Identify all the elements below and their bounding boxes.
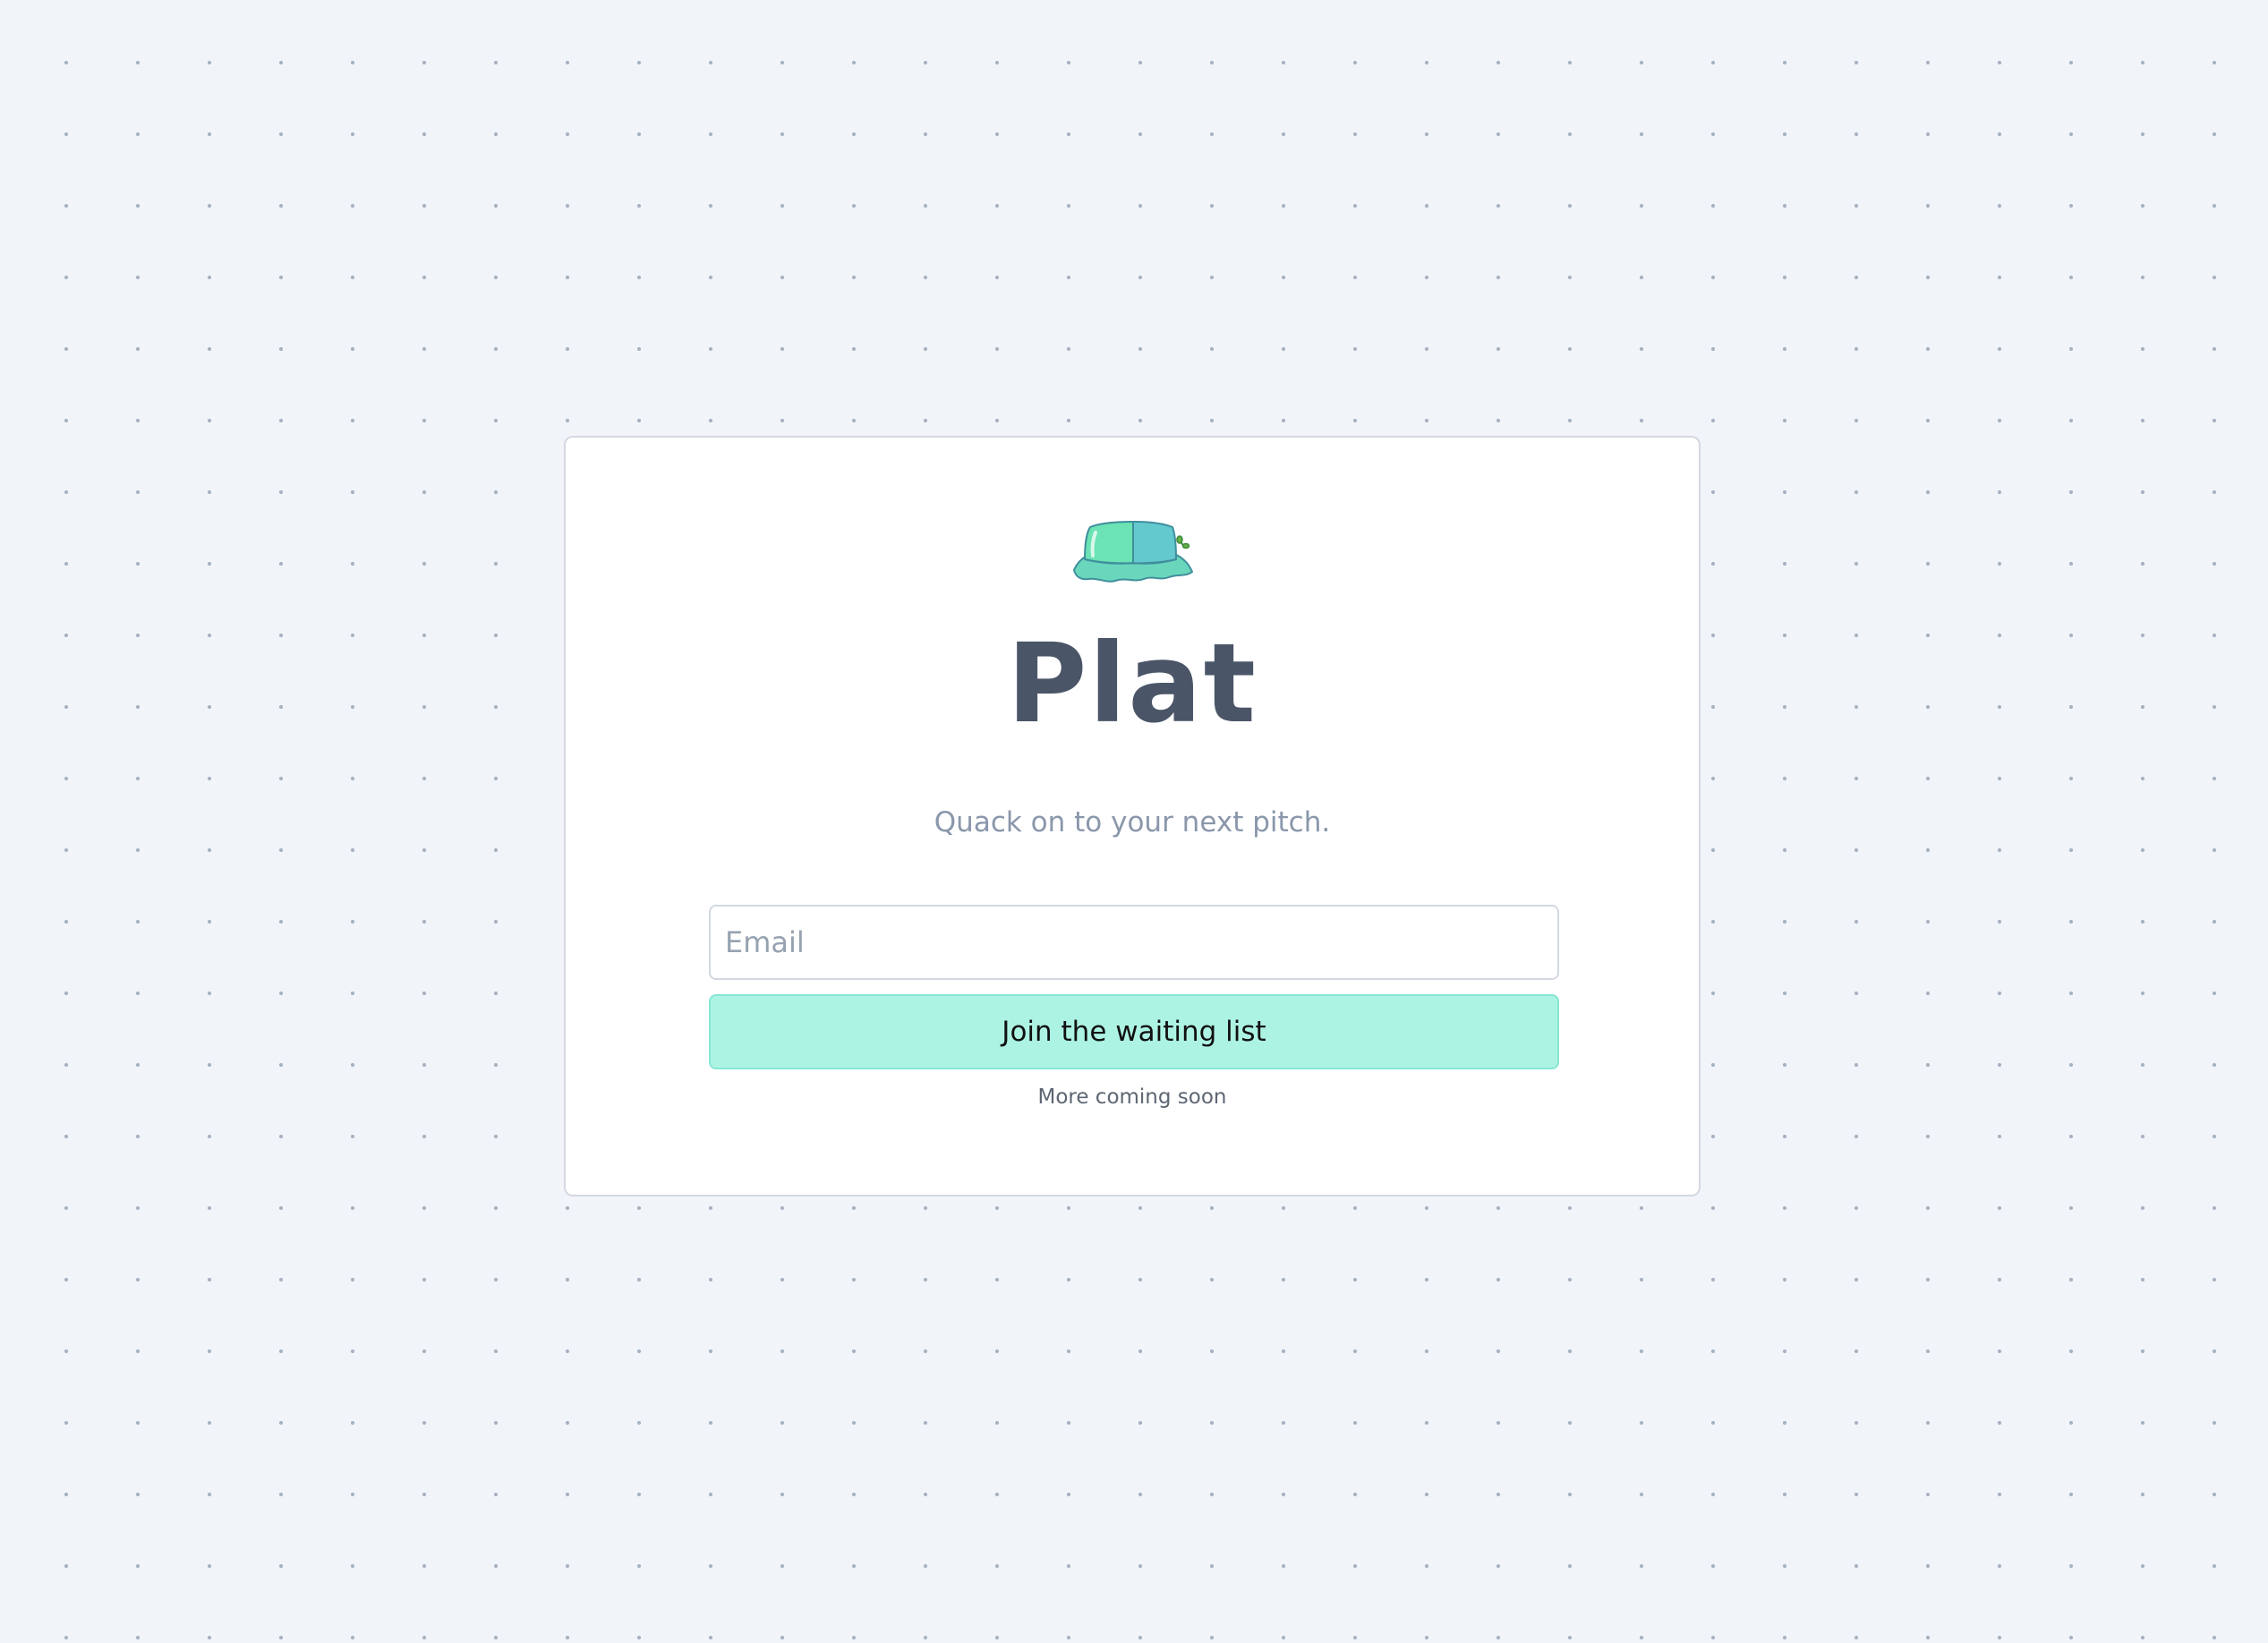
tagline: Quack on to your next pitch. [934, 806, 1331, 839]
app-title: Plat [1007, 620, 1258, 747]
bucket-hat-icon [1070, 518, 1196, 590]
waitlist-card: Plat Quack on to your next pitch. Join t… [564, 436, 1701, 1196]
more-coming-soon-note: More coming soon [1037, 1085, 1227, 1109]
email-input[interactable] [709, 905, 1559, 980]
join-waiting-list-button[interactable]: Join the waiting list [709, 994, 1559, 1069]
